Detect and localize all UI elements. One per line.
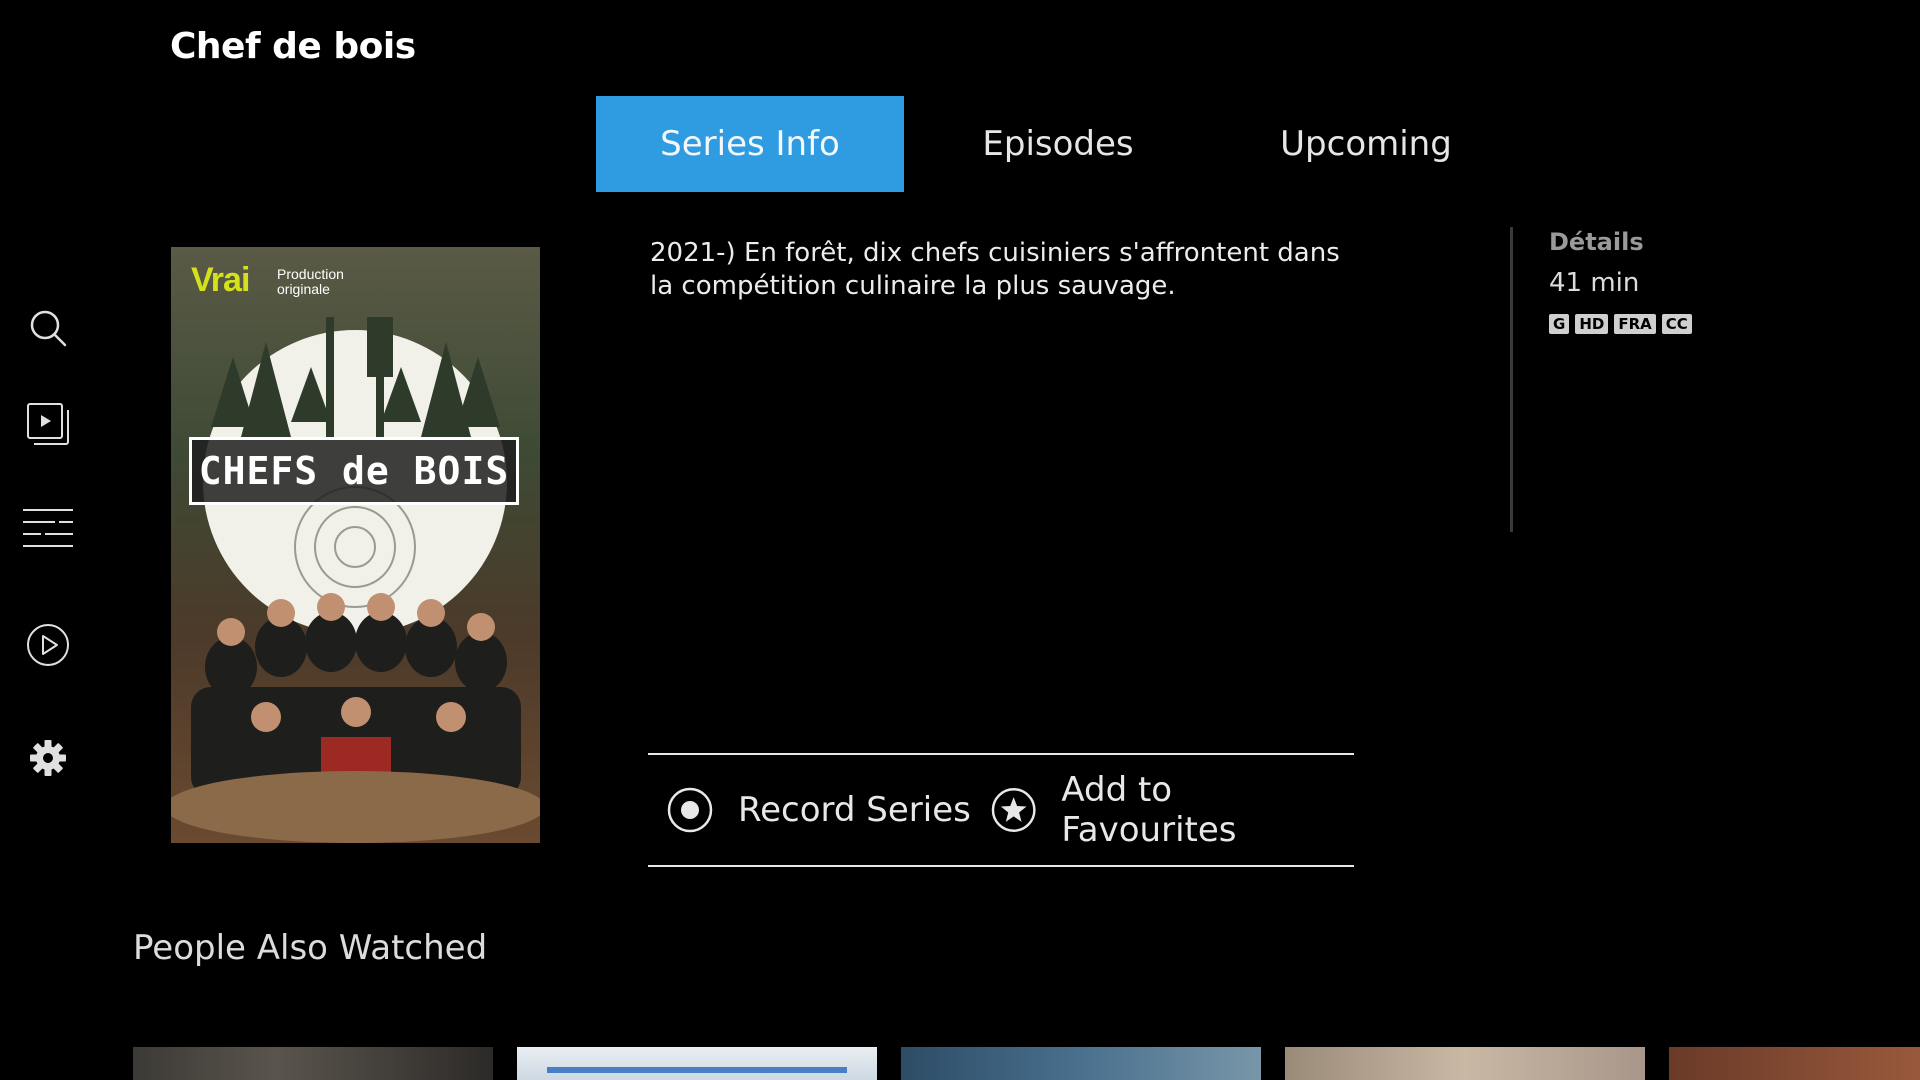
- tab-series-info[interactable]: Series Info: [596, 96, 904, 192]
- poster-artwork: [171, 317, 540, 843]
- recordings-icon: [27, 403, 69, 445]
- tab-bar: Series Info Episodes Upcoming: [596, 96, 1520, 192]
- recommendation-tile[interactable]: [517, 1047, 877, 1080]
- recommendation-tile[interactable]: [133, 1047, 493, 1080]
- tile-art: [547, 1067, 847, 1073]
- sidebar-item-recordings[interactable]: [20, 396, 76, 452]
- search-icon: [30, 310, 67, 347]
- tab-upcoming[interactable]: Upcoming: [1212, 96, 1520, 192]
- rating-badge: G: [1549, 314, 1570, 334]
- gear-icon: [30, 740, 66, 776]
- poster-title-art: CHEFS de BOIS: [189, 437, 519, 505]
- series-info-screen: Chef de bois Series Info Episodes Upcomi…: [0, 0, 1920, 1080]
- episode-duration: 41 min: [1549, 268, 1640, 298]
- page-title: Chef de bois: [170, 26, 416, 67]
- recommendation-tile[interactable]: [1669, 1047, 1920, 1080]
- sidebar-item-guide[interactable]: [20, 502, 76, 558]
- recommendations-title: People Also Watched: [133, 928, 488, 968]
- play-circle-icon: [27, 624, 69, 666]
- record-series-button[interactable]: Record Series: [666, 755, 971, 865]
- language-badge: FRA: [1614, 314, 1656, 334]
- tab-episodes[interactable]: Episodes: [904, 96, 1212, 192]
- recommendation-tile[interactable]: [901, 1047, 1261, 1080]
- add-to-favourites-button[interactable]: Add to Favourites: [990, 755, 1354, 865]
- sidebar-item-search[interactable]: [20, 300, 76, 356]
- poster-brand-subtitle: Production originale: [277, 266, 344, 297]
- series-description: 2021-) En forêt, dix chefs cuisiniers s'…: [650, 238, 1340, 301]
- details-heading: Détails: [1549, 228, 1644, 256]
- series-poster: Vrai Production originale CHEFS de BOIS: [171, 247, 540, 843]
- star-icon: [991, 788, 1036, 832]
- sidebar-item-on-demand[interactable]: [20, 617, 76, 673]
- details-badges: G HD FRA CC: [1549, 314, 1692, 334]
- record-icon: [667, 787, 713, 833]
- add-to-favourites-label: Add to Favourites: [1061, 770, 1237, 850]
- details-divider: [1510, 227, 1513, 532]
- record-series-label: Record Series: [738, 790, 971, 830]
- cc-badge: CC: [1661, 314, 1692, 334]
- recommendation-tile[interactable]: [1285, 1047, 1645, 1080]
- hd-badge: HD: [1575, 314, 1609, 334]
- poster-brand-logo: Vrai: [191, 261, 250, 299]
- guide-icon: [23, 509, 73, 547]
- action-bar: Record Series Add to Favourites: [648, 753, 1354, 867]
- sidebar-item-settings[interactable]: [20, 730, 76, 786]
